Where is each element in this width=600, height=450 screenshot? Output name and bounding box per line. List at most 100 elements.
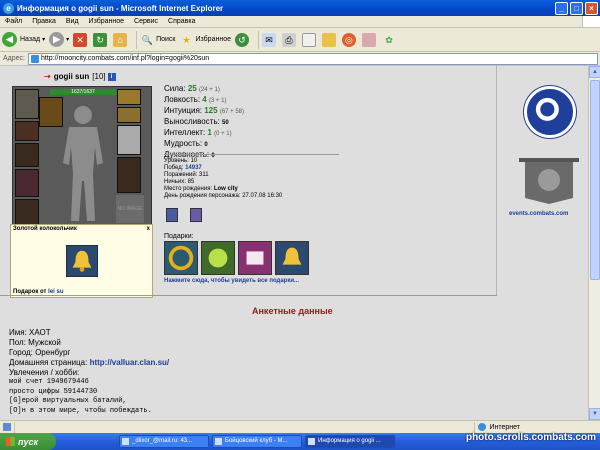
messenger-button[interactable] [361, 32, 378, 47]
earrings-slot[interactable] [15, 121, 39, 141]
menu-edit[interactable]: Правка [27, 18, 61, 25]
info-birthplace: Место рождения: Low city [164, 186, 282, 193]
helmet-slot[interactable] [15, 89, 39, 119]
events-link[interactable]: events.combats.com [509, 211, 568, 217]
stat-label: Ловкость: [164, 95, 201, 104]
star-icon: ★ [182, 34, 191, 45]
stop-icon: ✕ [73, 32, 88, 47]
toolbar-divider [257, 30, 259, 49]
scroll-up-icon[interactable]: ▲ [589, 66, 600, 78]
folder-icon [321, 32, 336, 47]
gift-item[interactable] [238, 241, 272, 275]
all-gifts-link[interactable]: Нажмите сюда, чтобы увидеть все подарки.… [164, 278, 299, 284]
home-button[interactable]: ⌂ [113, 32, 129, 47]
toolbar: ◀ Назад ▾ ▶ ▾ ✕ ↻ ⌂ 🔍 Поиск ★ Избранное … [0, 28, 600, 52]
back-label: Назад [20, 36, 41, 43]
refresh-button[interactable]: ↻ [93, 32, 109, 47]
gift-item[interactable] [275, 241, 309, 275]
info-label: День рождения персонажа: [164, 193, 241, 199]
tooltip-close-button[interactable]: x [147, 226, 150, 232]
profile-sex: Пол: Мужской [9, 338, 61, 347]
amulet-slot[interactable] [15, 143, 39, 167]
stat-value: 125 [204, 106, 218, 115]
character-level: [10] [92, 72, 106, 81]
info-icon[interactable]: i [107, 72, 116, 81]
gloves-slot[interactable] [117, 125, 141, 155]
forward-button[interactable]: ▶ ▾ [49, 32, 69, 47]
align-badge-icon[interactable] [190, 208, 202, 222]
scroll-down-icon[interactable]: ▼ [589, 408, 600, 420]
profile-heading: Анкетные данные [252, 306, 333, 316]
stat-bonus: (67 + 58) [219, 109, 245, 115]
maximize-button[interactable]: □ [570, 1, 583, 15]
wins-link[interactable]: 14937 [185, 165, 202, 171]
flower-icon: ✿ [385, 34, 393, 45]
history-button[interactable]: ↺ [234, 32, 251, 47]
search-button[interactable]: 🔍 Поиск [140, 33, 175, 47]
menu-view[interactable]: Вид [61, 18, 84, 25]
ring-slot-1[interactable] [117, 89, 141, 105]
armor-slot[interactable] [15, 199, 39, 227]
weapon-slot[interactable] [15, 169, 39, 197]
address-label: Адрес: [3, 55, 25, 62]
taskbar-item[interactable]: Бойцовский клуб - M... [212, 435, 302, 448]
events-banner-icon[interactable] [517, 156, 581, 206]
close-button[interactable]: × [585, 1, 598, 15]
menu-favorites[interactable]: Избранное [84, 18, 129, 25]
divider [164, 154, 339, 155]
menu-bar: Файл Правка Вид Избранное Сервис Справка [0, 16, 600, 28]
character-header: ➝ gogii sun [10] i [44, 72, 116, 81]
folder-button[interactable] [321, 32, 338, 47]
character-info: Уровень: 10 Побед: 14937 Поражений: 311 … [164, 158, 282, 200]
taskbar-item[interactable]: _dlixor_@mail.ru: 43... [119, 435, 209, 448]
profile-city: Город: Оренбург [9, 348, 71, 357]
mail-button[interactable]: ✉ [261, 32, 278, 47]
clan-badge-icon[interactable] [166, 208, 178, 222]
info-value: 27.07.08 16:30 [242, 193, 283, 199]
icq-button[interactable]: ◎ [341, 32, 358, 47]
address-input[interactable]: http://mooncity.combats.com/inf.pl?login… [27, 52, 598, 65]
stat-row: Интуиция: 125 (67 + 58) [164, 106, 244, 117]
gift-item[interactable] [201, 241, 235, 275]
divider [0, 295, 497, 296]
ie-icon [308, 438, 315, 445]
stat-value: 25 [187, 84, 197, 93]
status-cell [14, 421, 34, 433]
info-label: Место рождения: [164, 186, 213, 192]
taskbar-item[interactable]: Информация о gogii ... [305, 435, 395, 448]
flower-button[interactable]: ✿ [382, 33, 398, 47]
start-button[interactable]: пуск [0, 433, 56, 450]
stop-button[interactable]: ✕ [73, 32, 89, 47]
info-draws: Ничьих: 85 [164, 179, 282, 186]
back-arrow-icon: ◀ [2, 32, 17, 47]
back-button[interactable]: ◀ Назад ▾ [2, 32, 45, 47]
minimize-button[interactable]: _ [555, 1, 568, 15]
target-icon: ◎ [341, 32, 356, 47]
stats-list: Сила: 25 (24 + 1) Ловкость: 4 (3 + 1) Ин… [164, 84, 244, 161]
info-birthday: День рождения персонажа: 27.07.08 16:30 [164, 193, 282, 200]
zone-label: Интернет [489, 423, 520, 431]
menu-file[interactable]: Файл [0, 18, 27, 25]
profile-homepage: Домашняя страница: http://valluar.clan.s… [9, 358, 169, 368]
profile-hobby-text: мой счет 1949679446 просто цифры 5914473… [9, 378, 152, 415]
info-value: 85 [187, 179, 195, 185]
ring-slot-2[interactable] [117, 107, 141, 123]
edit-button[interactable] [301, 32, 318, 47]
stat-label: Интеллект: [164, 128, 206, 137]
boots-slot[interactable]: NO IMAGE [116, 195, 144, 223]
vertical-scrollbar[interactable]: ▲ ▼ [588, 66, 600, 420]
city-emblem-icon[interactable] [524, 86, 576, 138]
stat-label: Выносливость: [164, 117, 220, 126]
stat-label: Сила: [164, 84, 186, 93]
gift-item[interactable] [164, 241, 198, 275]
favorites-button[interactable]: ★ Избранное [180, 33, 231, 47]
taskbar-item-label: _dlixor_@mail.ru: 43... [132, 438, 193, 444]
address-bar: Адрес: http://mooncity.combats.com/inf.p… [0, 52, 600, 66]
menu-help[interactable]: Справка [163, 18, 200, 25]
print-button[interactable]: ⎙ [281, 32, 298, 47]
shield-slot[interactable] [117, 157, 141, 193]
menu-tools[interactable]: Сервис [129, 18, 163, 25]
info-label: Уровень: [164, 158, 189, 164]
homepage-link[interactable]: http://valluar.clan.su/ [90, 358, 170, 367]
scroll-thumb[interactable] [590, 80, 600, 280]
